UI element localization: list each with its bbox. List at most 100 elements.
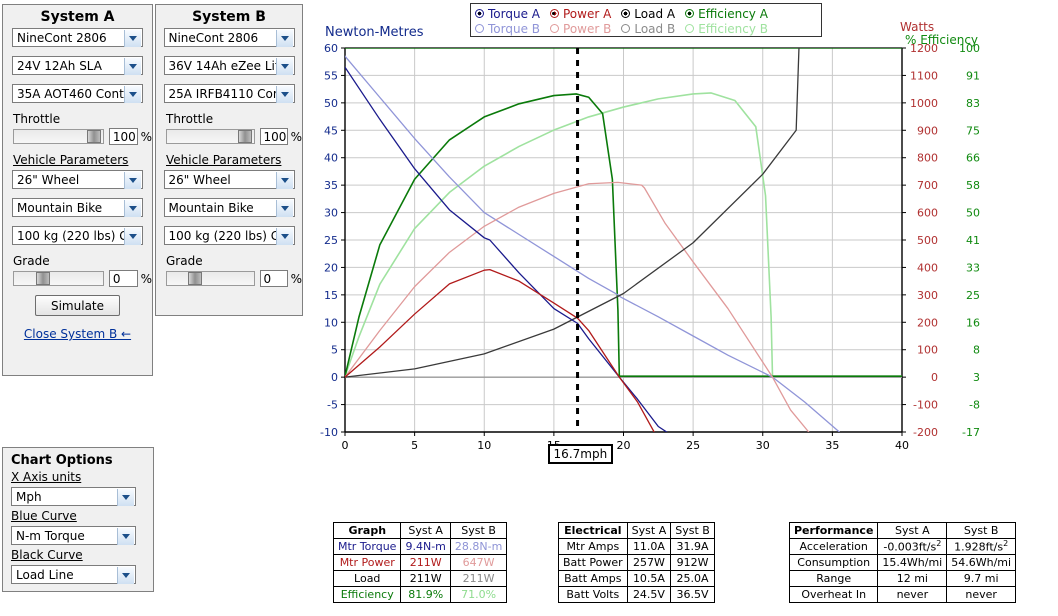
cell-value: 15.4Wh/mi [877,554,948,571]
table-row: Efficiency 81.9% 71.0% [332,586,508,603]
system-a-weight-value: 100 kg (220 lbs) Gr [17,229,127,243]
efficiency-axis-title: % Efficiency [905,33,979,47]
legend-item-label: Power A [562,6,612,21]
system-b-bike-select[interactable]: Mountain Bike [163,198,295,217]
table-row: Batt Volts 24.5V 36.5V [558,586,715,603]
svg-text:20: 20 [324,261,338,274]
system-b-motor-value: NineCont 2806 [168,31,259,45]
system-b-throttle-slider[interactable] [166,129,255,144]
svg-text:25: 25 [686,439,700,452]
system-b-motor-select[interactable]: NineCont 2806 [163,28,295,47]
row-label: Batt Power [558,554,628,571]
chart-options-title: Chart Options [11,453,113,468]
system-b-battery-select[interactable]: 36V 14Ah eZee Lit [163,56,295,75]
chart-plot-area[interactable]: 605550454035302520151050-5-1012001100100… [305,20,1058,470]
system-b-throttle-value[interactable]: 100 [259,128,288,145]
svg-text:-5: -5 [327,399,338,412]
legend-item-power-a[interactable]: Power A [549,6,612,21]
system-b-battery-value: 36V 14Ah eZee Lit [168,59,279,73]
svg-text:40: 40 [324,152,338,165]
system-a-weight-select[interactable]: 100 kg (220 lbs) Gr [12,226,143,245]
black-curve-select[interactable]: Load Line [11,565,136,584]
column-header: Syst B [670,522,715,539]
cell-value: 211W [400,554,451,571]
svg-text:-100: -100 [913,399,938,412]
table-header-row: Electrical Syst A Syst B [558,522,715,539]
cell-value: 9.7 mi [946,570,1017,587]
row-label: Acceleration [788,538,879,555]
system-a-motor-select[interactable]: NineCont 2806 [12,28,143,47]
table-row: Overheat In never never [788,586,1017,603]
radio-icon[interactable] [549,9,559,18]
system-b-wheel-select[interactable]: 26" Wheel [163,170,295,189]
blue-curve-select[interactable]: N-m Torque [11,526,136,545]
x-axis-units-select[interactable]: Mph [11,487,136,506]
cell-value: 211W [449,570,508,587]
legend-row-a: Torque A Power A Load A Efficiency A [475,6,821,21]
table-row: Mtr Torque 9.4N-m 28.8N-m [332,538,508,555]
legend-item-label: Load A [634,6,676,21]
system-a-grade-value[interactable]: 0 [108,270,138,287]
svg-text:50: 50 [966,207,980,220]
system-b-throttle-unit: % [290,129,302,144]
system-a-bike-value: Mountain Bike [17,201,103,215]
cell-value: 71.0% [449,586,508,603]
svg-text:60: 60 [324,42,338,55]
svg-text:33: 33 [966,261,980,274]
simulate-button[interactable]: Simulate [35,295,120,316]
row-label: Overheat In [788,586,879,603]
system-a-controller-value: 35A AOT460 Contr [17,87,127,101]
system-a-battery-select[interactable]: 24V 12Ah SLA [12,56,143,75]
left-axis-title: Newton-Metres [325,25,424,40]
svg-text:20: 20 [617,439,631,452]
table-row: Acceleration -0.003ft/s2 1.928ft/s2 [788,538,1017,555]
radio-icon[interactable] [621,9,631,18]
cell-value: 31.9A [670,538,715,555]
system-b-controller-value: 25A IRFB4110 Con [168,87,279,101]
svg-text:25: 25 [966,289,980,302]
system-a-controller-select[interactable]: 35A AOT460 Contr [12,84,143,103]
slider-handle[interactable] [36,272,50,285]
legend-item-label: Torque A [488,6,540,21]
legend-item-torque-a[interactable]: Torque A [475,7,540,21]
svg-text:500: 500 [917,234,938,247]
table-row: Consumption 15.4Wh/mi 54.6Wh/mi [788,554,1017,571]
system-b-grade-slider[interactable] [166,271,255,286]
svg-text:40: 40 [895,439,909,452]
electrical-results-table: Electrical Syst A Syst B Mtr Amps 11.0A 31.9A… [558,522,715,603]
radio-icon[interactable] [475,9,484,18]
radio-icon[interactable] [685,9,695,18]
system-a-wheel-value: 26" Wheel [17,173,80,187]
cell-value: 257W [626,554,672,571]
system-a-grade-slider[interactable] [13,271,104,286]
cell-value: 81.9% [400,586,451,603]
row-label: Range [788,570,879,587]
system-a-wheel-select[interactable]: 26" Wheel [12,170,143,189]
svg-text:800: 800 [917,152,938,165]
slider-handle[interactable] [238,130,252,143]
svg-text:8: 8 [973,344,980,357]
svg-text:-17: -17 [962,426,980,439]
system-a-throttle-slider[interactable] [13,129,104,144]
blue-curve-label: Blue Curve [11,509,77,523]
system-b-bike-value: Mountain Bike [168,201,254,215]
system-b-controller-select[interactable]: 25A IRFB4110 Con [163,84,295,103]
svg-text:41: 41 [966,234,980,247]
svg-text:15: 15 [324,289,338,302]
system-a-bike-select[interactable]: Mountain Bike [12,198,143,217]
slider-handle[interactable] [87,130,101,143]
close-system-b-link[interactable]: Close System B ← [3,327,152,341]
system-a-throttle-label: Throttle [13,112,61,126]
legend-item-load-a[interactable]: Load A [621,7,675,21]
system-b-title: System B [192,9,266,25]
column-header: Performance [788,522,879,539]
system-b-grade-value[interactable]: 0 [259,270,288,287]
slider-handle[interactable] [188,272,202,285]
system-b-panel: System B NineCont 2806 36V 14Ah eZee Lit… [155,4,303,316]
legend-item-efficiency-a[interactable]: Efficiency A [685,7,768,21]
svg-text:-10: -10 [320,426,338,439]
system-a-throttle-value[interactable]: 100 [108,128,138,145]
cursor-readout-label: 16.7mph [547,444,614,464]
system-b-weight-select[interactable]: 100 kg (220 lbs) Gr [163,226,295,245]
cell-value: 211W [400,570,451,587]
